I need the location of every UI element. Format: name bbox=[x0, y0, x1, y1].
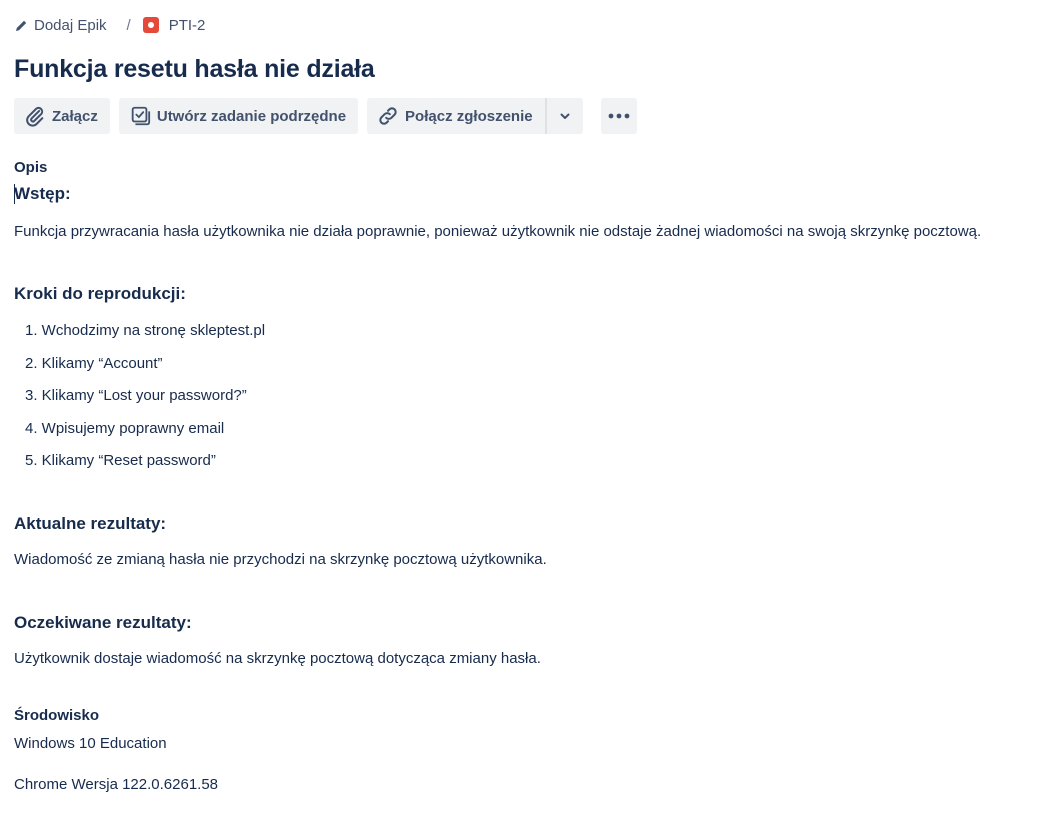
steps-list: 1. Wchodzimy na stronę skleptest.pl 2. K… bbox=[14, 320, 265, 483]
attach-label: Załącz bbox=[52, 107, 98, 125]
list-item[interactable]: 3. Klikamy “Lost your password?” bbox=[14, 385, 265, 418]
create-subtask-button[interactable]: Utwórz zadanie podrzędne bbox=[118, 98, 359, 134]
bug-icon bbox=[142, 17, 159, 33]
issue-key: PTI-2 bbox=[168, 16, 206, 34]
issue-key-link[interactable]: PTI-2 bbox=[142, 16, 206, 34]
pencil-icon bbox=[14, 18, 28, 32]
environment-label: Środowisko bbox=[14, 707, 100, 724]
create-subtask-label: Utwórz zadanie podrzędne bbox=[156, 107, 347, 125]
more-actions-button[interactable] bbox=[600, 98, 637, 134]
description-label: Opis bbox=[14, 159, 48, 176]
add-epic-label: Dodaj Epik bbox=[34, 16, 107, 34]
link-icon bbox=[377, 105, 399, 127]
actual-results-heading[interactable]: Aktualne rezultaty: bbox=[14, 514, 166, 534]
attach-button[interactable]: Załącz bbox=[14, 98, 110, 134]
chevron-down-icon bbox=[558, 109, 572, 123]
link-issue-label: Połącz zgłoszenie bbox=[405, 107, 533, 125]
subtask-checkbox-icon bbox=[129, 105, 151, 127]
issue-toolbar: Załącz Utwórz zadanie podrzędne Połącz z… bbox=[14, 98, 637, 134]
intro-text[interactable]: Funkcja przywracania hasła użytkownika n… bbox=[14, 223, 981, 240]
list-item[interactable]: 5. Klikamy “Reset password” bbox=[14, 450, 265, 483]
environment-browser[interactable]: Chrome Wersja 122.0.6261.58 bbox=[14, 776, 218, 793]
link-issue-split-button: Połącz zgłoszenie bbox=[367, 98, 583, 134]
link-issue-button[interactable]: Połącz zgłoszenie bbox=[367, 98, 545, 134]
link-issue-dropdown-button[interactable] bbox=[546, 98, 583, 134]
steps-heading[interactable]: Kroki do reprodukcji: bbox=[14, 284, 186, 304]
issue-view: Dodaj Epik / PTI-2 Funkcja resetu hasła … bbox=[0, 0, 1041, 820]
breadcrumb: Dodaj Epik / PTI-2 bbox=[14, 15, 205, 35]
environment-os[interactable]: Windows 10 Education bbox=[14, 735, 167, 752]
expected-results-heading[interactable]: Oczekiwane rezultaty: bbox=[14, 613, 192, 633]
list-item[interactable]: 1. Wchodzimy na stronę skleptest.pl bbox=[14, 320, 265, 353]
paperclip-icon bbox=[24, 105, 46, 127]
expected-results-text[interactable]: Użytkownik dostaje wiadomość na skrzynkę… bbox=[14, 650, 541, 667]
add-epic-link[interactable]: Dodaj Epik bbox=[14, 17, 107, 34]
issue-title[interactable]: Funkcja resetu hasła nie działa bbox=[14, 55, 375, 84]
breadcrumb-separator: / bbox=[126, 16, 131, 34]
more-dots-icon bbox=[608, 113, 630, 119]
intro-heading[interactable]: Wstęp: bbox=[14, 184, 71, 204]
actual-results-text[interactable]: Wiadomość ze zmianą hasła nie przychodzi… bbox=[14, 551, 547, 568]
list-item[interactable]: 2. Klikamy “Account” bbox=[14, 353, 265, 386]
list-item[interactable]: 4. Wpisujemy poprawny email bbox=[14, 418, 265, 451]
